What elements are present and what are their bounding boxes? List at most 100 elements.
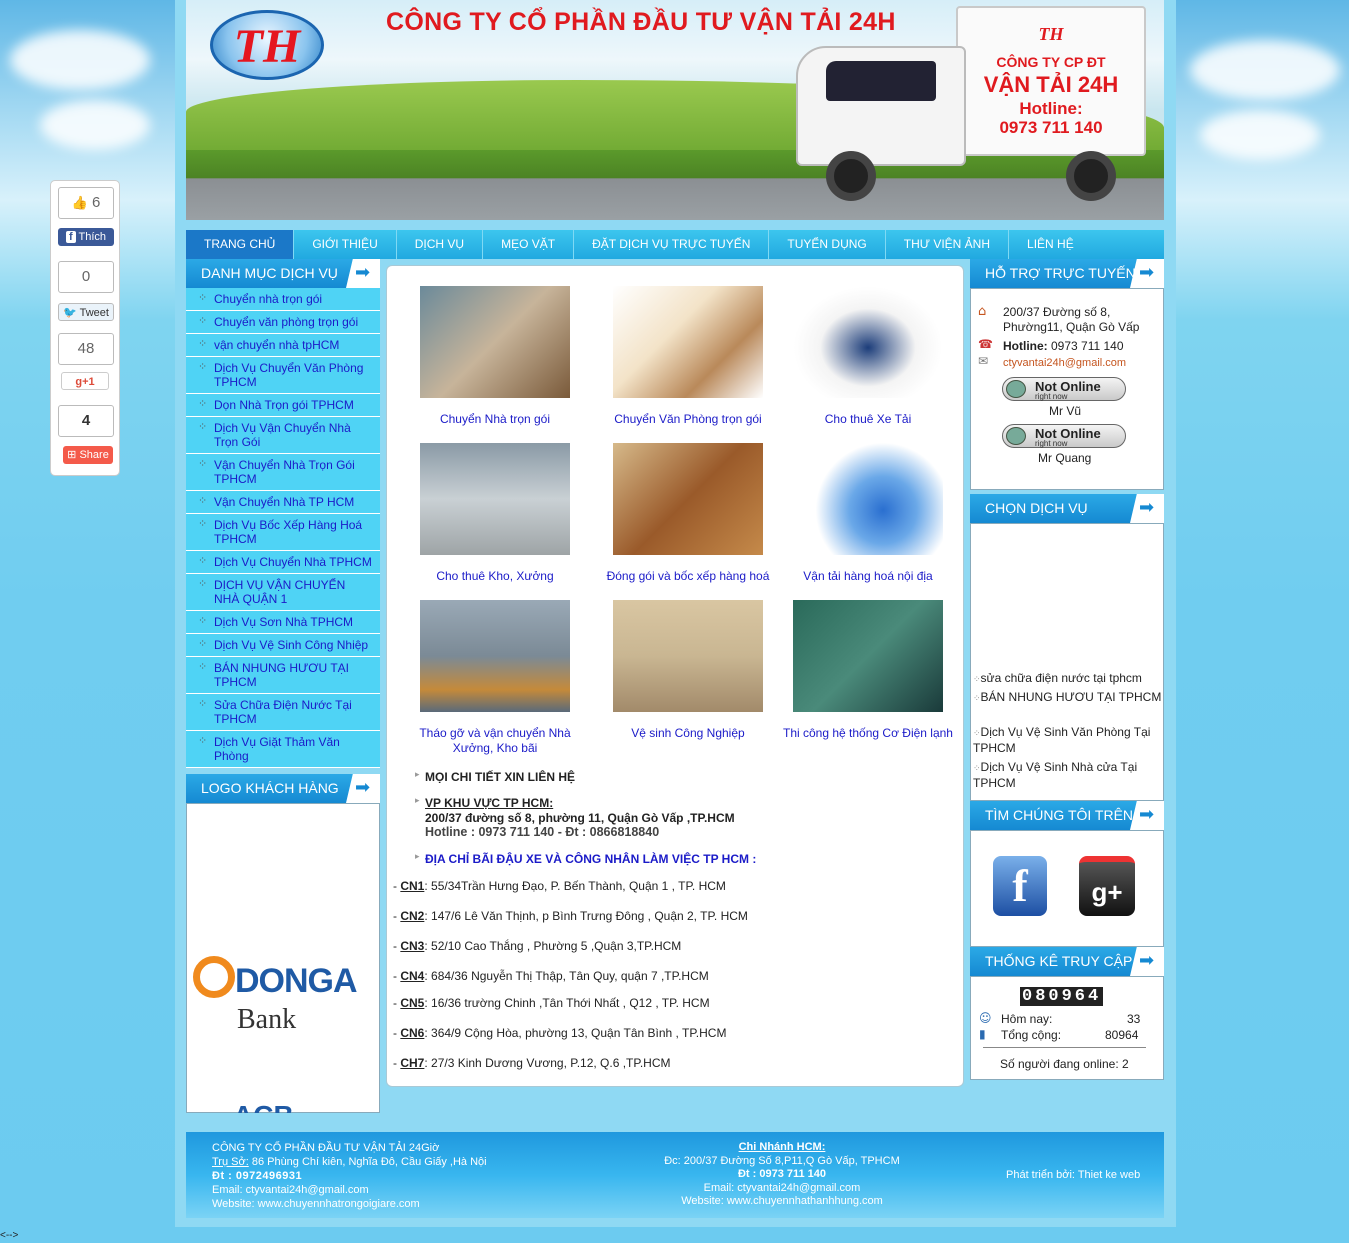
footer-branch-website[interactable]: Website: www.chuyennhathanhhung.com bbox=[626, 1195, 938, 1209]
share-button[interactable]: ⊞ Share bbox=[63, 446, 113, 464]
service-card[interactable]: Thi công hệ thống Cơ Điện lạnh bbox=[778, 600, 958, 741]
service-caption[interactable]: Vận tải hàng hoá nội địa bbox=[778, 569, 958, 584]
service-image[interactable] bbox=[420, 286, 570, 398]
service-menu-item[interactable]: Dịch Vụ Bốc Xếp Hàng Hoá TPHCM bbox=[186, 514, 380, 551]
service-caption[interactable]: Chuyển Văn Phòng trọn gói bbox=[598, 412, 778, 427]
cloud bbox=[1190, 40, 1340, 100]
service-menu-item[interactable]: Chuyển văn phòng trọn gói bbox=[186, 311, 380, 334]
service-menu-item[interactable]: Dịch Vụ Vệ Sinh Công Nhiệp bbox=[186, 634, 380, 657]
right-sidebar: HỖ TRỢ TRỰC TUYẾN ⌂ 200/37 Đường số 8, P… bbox=[970, 259, 1164, 1080]
service-image[interactable] bbox=[793, 443, 943, 555]
service-card[interactable]: Chuyển Nhà trọn gói bbox=[405, 286, 585, 427]
footer: CÔNG TY CỔ PHẦN ĐẦU TƯ VẬN TẢI 24Giờ Trụ… bbox=[186, 1132, 1164, 1218]
service-image[interactable] bbox=[613, 600, 763, 712]
support-box: ⌂ 200/37 Đường số 8, Phường11, Quận Gò V… bbox=[970, 288, 1164, 490]
service-caption[interactable]: Cho thuê Xe Tải bbox=[778, 412, 958, 427]
service-menu-item[interactable]: Dịch Vụ Chuyển Nhà TPHCM bbox=[186, 551, 380, 574]
service-menu-item[interactable]: BÁN NHUNG HƯƠU TẠI TPHCM bbox=[186, 657, 380, 694]
service-menu-item[interactable]: Dịch Vụ Sơn Nhà TPHCM bbox=[186, 611, 380, 634]
total-count: 80964 bbox=[1105, 1028, 1139, 1042]
truck-logo: TH bbox=[1038, 24, 1064, 44]
support-email[interactable]: ctyvantai24h@gmail.com bbox=[1003, 357, 1126, 369]
choose-service-item[interactable]: ⁘BÁN NHUNG HƯƠU TẠI TPHCM bbox=[973, 690, 1163, 706]
service-caption[interactable]: Chuyển Nhà trọn gói bbox=[405, 412, 585, 427]
bullet-icon: ▸ bbox=[415, 770, 420, 780]
bullet-icon: ▸ bbox=[415, 852, 420, 862]
tweet-button[interactable]: 🐦 Tweet bbox=[58, 303, 114, 321]
service-menu-item[interactable]: Chuyển nhà trọn gói bbox=[186, 288, 380, 311]
yahoo-icon bbox=[1006, 380, 1026, 398]
service-menu-item[interactable]: Dịch Vụ Vận Chuyển Nhà Trọn Gói bbox=[186, 417, 380, 454]
service-menu-item[interactable]: Dọn Nhà Trọn gói TPHCM bbox=[186, 394, 380, 417]
service-card[interactable]: Vận tải hàng hoá nội địa bbox=[778, 443, 958, 584]
service-caption[interactable]: Vệ sinh Công Nghiệp bbox=[598, 726, 778, 741]
service-caption[interactable]: Tháo gỡ và vận chuyển Nhà Xưởng, Kho bãi bbox=[405, 726, 585, 756]
facebook-like-button[interactable]: f Thích bbox=[58, 228, 114, 246]
footer-branch-phone: Đt : 0973 711 140 bbox=[737, 1168, 827, 1180]
company-logo[interactable]: TH bbox=[210, 10, 324, 80]
google-plus-icon[interactable]: g+ bbox=[1079, 856, 1135, 916]
yahoo-status-button[interactable]: Not Online right now bbox=[1002, 377, 1126, 401]
service-image[interactable] bbox=[793, 600, 943, 712]
service-menu-item[interactable]: Vận Chuyển Nhà TP HCM bbox=[186, 491, 380, 514]
nav-gallery[interactable]: THƯ VIỆN ẢNH bbox=[886, 230, 1010, 259]
choose-service-item[interactable]: ⁘Dịch Vụ Vệ Sinh Văn Phòng Tại TPHCM bbox=[973, 725, 1163, 756]
status-subtext: right now bbox=[1035, 392, 1068, 401]
stray-text: <--> bbox=[0, 1230, 19, 1241]
gplus-button[interactable]: g+1 bbox=[61, 372, 109, 390]
service-caption[interactable]: Đóng gói và bốc xếp hàng hoá bbox=[598, 569, 778, 584]
service-card[interactable]: Cho thuê Kho, Xưởng bbox=[405, 443, 585, 584]
service-menu-item[interactable]: Sửa Chữa Điện Nước Tại TPHCM bbox=[186, 694, 380, 731]
service-caption[interactable]: Thi công hệ thống Cơ Điện lạnh bbox=[778, 726, 958, 741]
nav-services[interactable]: DỊCH VỤ bbox=[397, 230, 484, 259]
facebook-icon[interactable]: f bbox=[993, 856, 1047, 916]
yahoo-icon bbox=[1006, 427, 1026, 445]
acb-logo[interactable]: ACB bbox=[233, 1096, 294, 1113]
service-card[interactable]: Cho thuê Xe Tải bbox=[778, 286, 958, 427]
yahoo-status-button[interactable]: Not Online right now bbox=[1002, 424, 1126, 448]
client-logos-header: LOGO KHÁCH HÀNG bbox=[186, 774, 380, 803]
service-menu-item[interactable]: vận chuyển nhà tpHCM bbox=[186, 334, 380, 357]
footer-phone: Đt : 0972496931 bbox=[212, 1170, 303, 1182]
nav-book-online[interactable]: ĐẶT DỊCH VỤ TRỰC TUYẾN bbox=[574, 230, 770, 259]
service-caption[interactable]: Cho thuê Kho, Xưởng bbox=[405, 569, 585, 584]
service-card[interactable]: Đóng gói và bốc xếp hàng hoá bbox=[598, 443, 778, 584]
donga-swirl-icon bbox=[193, 956, 235, 998]
branch-line: - CH7: 27/3 Kinh Dương Vương, P.12, Q.6 … bbox=[393, 1056, 671, 1070]
choose-service-item[interactable]: ⁘sửa chữa điện nước tại tphcm bbox=[973, 671, 1163, 685]
nav-home[interactable]: TRANG CHỦ bbox=[186, 230, 295, 259]
nav-about[interactable]: GIỚI THIỆU bbox=[294, 230, 397, 259]
service-menu-item[interactable]: Dịch Vụ Chuyển Văn Phòng TPHCM bbox=[186, 357, 380, 394]
share-count: 4 bbox=[58, 405, 114, 437]
service-card[interactable]: Vệ sinh Công Nghiệp bbox=[598, 600, 778, 741]
service-card[interactable]: Tháo gỡ và vận chuyển Nhà Xưởng, Kho bãi bbox=[405, 600, 585, 756]
stats-box: 080964 ☺ Hôm nay: 33 ▮ Tổng cộng: 80964 … bbox=[970, 976, 1164, 1080]
arrow-icon bbox=[1130, 259, 1164, 288]
office-address: 200/37 đường số 8, phường 11, Quận Gò Vấ… bbox=[425, 811, 735, 825]
footer-developer[interactable]: Phát triển bởi: Thiet ke web bbox=[1006, 1169, 1140, 1181]
service-image[interactable] bbox=[793, 286, 943, 398]
service-image[interactable] bbox=[613, 443, 763, 555]
service-card[interactable]: Chuyển Văn Phòng trọn gói bbox=[598, 286, 778, 427]
footer-branch-title: Chi Nhánh HCM: bbox=[738, 1141, 826, 1153]
nav-contact[interactable]: LIÊN HỆ bbox=[1009, 230, 1092, 259]
service-image[interactable] bbox=[420, 600, 570, 712]
nav-recruitment[interactable]: TUYỂN DỤNG bbox=[769, 230, 886, 259]
service-image[interactable] bbox=[420, 443, 570, 555]
truck-text-1: CÔNG TY CP ĐT bbox=[996, 54, 1106, 70]
stats-header: THỐNG KÊ TRUY CẬP bbox=[970, 947, 1164, 976]
office-title: VP KHU VỰC TP HCM: bbox=[425, 796, 554, 810]
donga-text: DONGA bbox=[235, 962, 358, 1000]
service-menu-item[interactable]: Dịch Vụ Giặt Thảm Văn Phòng bbox=[186, 731, 380, 768]
choose-service-item[interactable]: ⁘Dịch Vụ Vệ Sinh Nhà cửa Tại TPHCM bbox=[973, 760, 1163, 791]
truck-text-2: VẬN TẢI 24H bbox=[983, 72, 1119, 97]
user-icon: ☺ bbox=[979, 1011, 992, 1025]
service-menu-item[interactable]: DỊCH VỤ VẬN CHUYỂN NHÀ QUẬN 1 bbox=[186, 574, 380, 611]
nav-tips[interactable]: MẸO VẶT bbox=[483, 230, 575, 259]
service-menu-item[interactable]: Vận Chuyển Nhà Trọn Gói TPHCM bbox=[186, 454, 380, 491]
service-image[interactable] bbox=[613, 286, 763, 398]
footer-website[interactable]: Website: www.chuyennhatrongoigiare.com bbox=[212, 1197, 487, 1211]
choose-service-header: CHỌN DỊCH VỤ bbox=[970, 494, 1164, 523]
main-nav: TRANG CHỦ GIỚI THIỆU DỊCH VỤ MẸO VẶT ĐẶT… bbox=[186, 230, 1164, 259]
parking-title: ▸ ĐỊA CHỈ BÃI ĐẬU XE VÀ CÔNG NHÂN LÀM VIỆ… bbox=[415, 852, 757, 866]
